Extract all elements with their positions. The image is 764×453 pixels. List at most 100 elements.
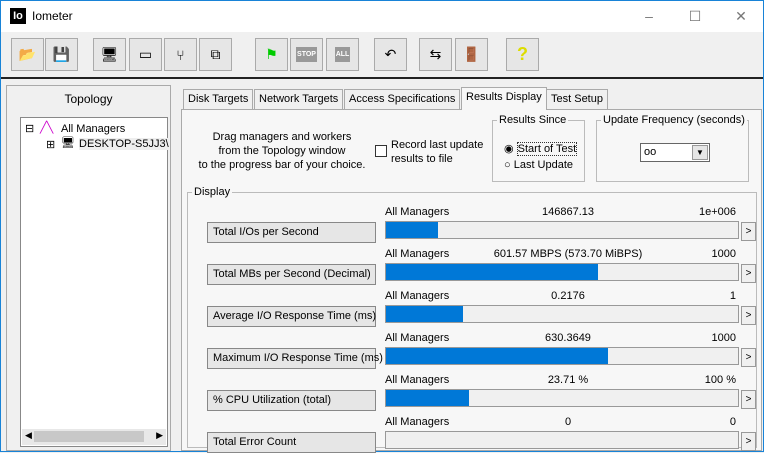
disconnect-icon: ⇆ bbox=[429, 46, 442, 62]
tab-network-targets[interactable]: Network Targets bbox=[254, 89, 344, 109]
progress-bar[interactable] bbox=[385, 347, 739, 365]
duplicate-worker-icon: ⧉ bbox=[210, 46, 221, 62]
source-label: All Managers bbox=[385, 290, 450, 302]
value-label: 23.71 % bbox=[547, 374, 589, 386]
tab-test-setup[interactable]: Test Setup bbox=[546, 89, 608, 109]
results-display-panel: Drag managers and workers from the Topol… bbox=[181, 109, 762, 453]
window-title: Iometer bbox=[32, 9, 73, 23]
expand-icon[interactable]: ⊞ bbox=[46, 138, 55, 151]
metric-button[interactable]: % CPU Utilization (total) bbox=[207, 390, 376, 411]
new-manager-icon: 🖥 bbox=[100, 46, 119, 62]
expand-arrow-button[interactable]: > bbox=[741, 222, 756, 241]
save-button[interactable]: 💾 bbox=[45, 38, 78, 71]
max-label: 0 bbox=[729, 416, 736, 428]
expand-arrow-button[interactable]: > bbox=[741, 264, 756, 283]
max-label: 1e+006 bbox=[698, 206, 736, 218]
close-button[interactable]: ✕ bbox=[723, 5, 759, 27]
tree-item-all-managers[interactable]: All Managers bbox=[61, 123, 125, 135]
value-label: 601.57 MBPS (573.70 MiBPS) bbox=[493, 248, 643, 260]
horizontal-scrollbar[interactable]: ◀ ▶ bbox=[22, 429, 166, 445]
instruction-line: from the Topology window bbox=[218, 145, 346, 157]
computer-icon: 🖥 bbox=[61, 137, 75, 149]
tab-results-display[interactable]: Results Display bbox=[461, 87, 547, 110]
stop-all-icon: ALL bbox=[334, 47, 351, 62]
max-label: 1000 bbox=[711, 248, 736, 260]
expand-arrow-button[interactable]: > bbox=[741, 390, 756, 409]
start-flag-button[interactable]: ⚑ bbox=[255, 38, 288, 71]
open-button[interactable]: 📂 bbox=[11, 38, 44, 71]
max-label: 1 bbox=[729, 290, 736, 302]
collapse-icon[interactable]: ⊟ bbox=[25, 122, 34, 135]
progress-bar[interactable] bbox=[385, 221, 739, 239]
radio-label: Start of Test bbox=[516, 142, 578, 156]
topology-panel: Topology ⊟ ╱╲ All Managers ⊞ 🖥 DESKTOP-S… bbox=[6, 85, 171, 451]
record-label: Record last update results to file bbox=[391, 138, 483, 166]
source-label: All Managers bbox=[385, 374, 450, 386]
instructions: Drag managers and workers from the Topol… bbox=[192, 130, 372, 172]
value-label: 0.2176 bbox=[551, 290, 585, 302]
metric-button[interactable]: Total Error Count bbox=[207, 432, 376, 453]
record-label-line: Record last update bbox=[391, 139, 484, 151]
radio-last-update[interactable]: ○ Last Update bbox=[504, 159, 573, 171]
progress-fill bbox=[386, 222, 438, 238]
tab-access-specifications[interactable]: Access Specifications bbox=[344, 89, 461, 109]
new-network-worker-button[interactable]: ⑂ bbox=[164, 38, 197, 71]
max-label: 100 % bbox=[704, 374, 736, 386]
radio-start-of-test[interactable]: ◉ Start of Test bbox=[504, 142, 578, 156]
instruction-line: to the progress bar of your choice. bbox=[198, 159, 366, 171]
disconnect-button[interactable]: ⇆ bbox=[419, 38, 452, 71]
source-label: All Managers bbox=[385, 248, 450, 260]
progress-bar[interactable] bbox=[385, 305, 739, 323]
record-label-line: results to file bbox=[391, 153, 453, 165]
progress-bar[interactable] bbox=[385, 389, 739, 407]
metric-button[interactable]: Total MBs per Second (Decimal) bbox=[207, 264, 376, 285]
progress-fill bbox=[386, 390, 470, 406]
display-group: Display Total I/Os per Second All Manager… bbox=[187, 186, 757, 453]
title-bar: Io Iometer – ☐ ✕ bbox=[1, 1, 763, 32]
stop-all-button[interactable]: ALL bbox=[326, 38, 359, 71]
radio-label: Last Update bbox=[513, 159, 574, 171]
maximize-button[interactable]: ☐ bbox=[677, 5, 713, 27]
topology-tree[interactable]: ⊟ ╱╲ All Managers ⊞ 🖥 DESKTOP-S5JJ3\ ◀ ▶ bbox=[20, 117, 169, 447]
open-icon: 📂 bbox=[18, 46, 37, 62]
progress-fill bbox=[386, 306, 463, 322]
progress-bar[interactable] bbox=[385, 263, 739, 281]
duplicate-worker-button[interactable]: ⧉ bbox=[199, 38, 232, 71]
update-frequency-group: Update Frequency (seconds) oo ▼ bbox=[596, 114, 749, 182]
exit-button[interactable]: 🚪 bbox=[455, 38, 488, 71]
expand-arrow-button[interactable]: > bbox=[741, 348, 756, 367]
new-manager-button[interactable]: 🖥 bbox=[93, 38, 126, 71]
max-label: 1000 bbox=[711, 332, 736, 344]
instruction-line: Drag managers and workers bbox=[212, 131, 352, 143]
metric-button[interactable]: Total I/Os per Second bbox=[207, 222, 376, 243]
progress-bar[interactable] bbox=[385, 431, 739, 449]
stop-button[interactable]: STOP bbox=[290, 38, 323, 71]
reset-workers-button[interactable]: ↶ bbox=[374, 38, 407, 71]
value-label: 146867.13 bbox=[542, 206, 594, 218]
select-value: oo bbox=[644, 146, 657, 158]
toolbar: 📂 💾 🖥 ▭ ⑂ ⧉ ⚑ STOP ALL ↶ ⇆ 🚪? bbox=[1, 33, 763, 79]
tab-disk-targets[interactable]: Disk Targets bbox=[183, 89, 254, 109]
record-checkbox[interactable] bbox=[375, 145, 387, 157]
results-since-group: Results Since ◉ Start of Test ○ Last Upd… bbox=[492, 114, 585, 182]
all-managers-icon: ╱╲ bbox=[40, 122, 54, 134]
progress-fill bbox=[386, 348, 608, 364]
help-button[interactable]: ? bbox=[506, 38, 539, 71]
source-label: All Managers bbox=[385, 416, 450, 428]
tree-item-manager[interactable]: DESKTOP-S5JJ3\ bbox=[79, 138, 169, 150]
metric-button[interactable]: Average I/O Response Time (ms) bbox=[207, 306, 376, 327]
save-icon: 💾 bbox=[52, 46, 71, 62]
expand-arrow-button[interactable]: > bbox=[741, 306, 756, 325]
help-icon: ? bbox=[517, 44, 528, 64]
results-since-title: Results Since bbox=[499, 114, 567, 126]
update-frequency-title: Update Frequency (seconds) bbox=[603, 114, 745, 126]
value-label: 630.3649 bbox=[545, 332, 591, 344]
expand-arrow-button[interactable]: > bbox=[741, 432, 756, 451]
metric-button[interactable]: Maximum I/O Response Time (ms) bbox=[207, 348, 383, 369]
new-network-worker-icon: ⑂ bbox=[176, 46, 185, 63]
update-frequency-select[interactable]: oo ▼ bbox=[640, 143, 710, 162]
chevron-down-icon[interactable]: ▼ bbox=[692, 145, 708, 160]
new-disk-worker-button[interactable]: ▭ bbox=[129, 38, 162, 71]
start-flag-icon: ⚑ bbox=[265, 46, 278, 62]
minimize-button[interactable]: – bbox=[631, 5, 667, 27]
